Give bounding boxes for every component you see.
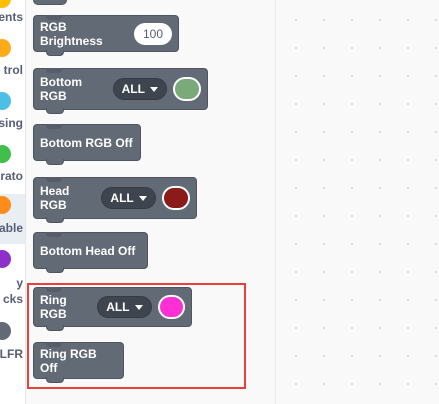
category-lfr-label: LFR	[0, 347, 23, 361]
control-category-icon	[0, 39, 11, 57]
rgb-brightness-block[interactable]: RGB Brightness 100	[33, 15, 179, 56]
head-rgb-color-picker[interactable]	[161, 186, 190, 210]
events-category-icon	[0, 0, 11, 8]
category-my-blocks-label: y	[16, 276, 23, 290]
ring-rgb-label: Ring RGB	[40, 293, 67, 321]
category-my-blocks-label-2: cks	[2, 292, 23, 306]
head-rgb-label: Head RGB	[40, 184, 70, 212]
chevron-down-icon	[134, 304, 143, 310]
chevron-down-icon	[149, 86, 158, 92]
category-lfr[interactable]: LFR	[0, 320, 25, 370]
bottom-head-off-block[interactable]: Bottom Head Off	[33, 232, 148, 273]
bottom-rgb-label: Bottom RGB	[40, 75, 82, 103]
bottom-rgb-dropdown[interactable]: ALL	[112, 78, 167, 100]
ring-rgb-block[interactable]: Ring RGB ALL	[33, 287, 192, 331]
sensing-category-icon	[0, 92, 11, 110]
ring-rgb-off-block[interactable]: Ring RGB Off	[33, 342, 124, 383]
bottom-rgb-color-picker[interactable]	[172, 77, 201, 101]
head-rgb-dropdown[interactable]: ALL	[101, 187, 156, 209]
bottom-rgb-dropdown-value: ALL	[121, 82, 145, 96]
category-sensing-label: sing	[0, 116, 23, 130]
category-events-label: ents	[0, 10, 23, 24]
variables-category-icon	[0, 196, 11, 214]
category-control-label: trol	[3, 63, 23, 77]
head-rgb-block[interactable]: Head RGB ALL	[33, 177, 197, 223]
bottom-rgb-block[interactable]: Bottom RGB ALL	[33, 68, 208, 114]
head-rgb-dropdown-value: ALL	[110, 191, 134, 205]
operators-category-icon	[0, 145, 11, 163]
ring-rgb-color-picker[interactable]	[157, 295, 185, 319]
brightness-input[interactable]: 100	[134, 22, 172, 45]
bottom-head-off-label: Bottom Head Off	[40, 243, 136, 258]
category-variables[interactable]: able	[0, 194, 25, 244]
ring-rgb-off-label: Ring RGB Off	[40, 346, 97, 375]
partial-block-top[interactable]	[33, 0, 67, 5]
my-blocks-category-icon	[0, 250, 11, 268]
bottom-rgb-off-block[interactable]: Bottom RGB Off	[33, 124, 141, 165]
category-variables-label: able	[0, 221, 23, 235]
lfr-category-icon	[0, 322, 11, 340]
bottom-rgb-off-label: Bottom RGB Off	[40, 135, 133, 150]
category-operators-label: rato	[0, 169, 23, 183]
category-operators[interactable]: rato	[0, 143, 25, 193]
category-control[interactable]: trol	[0, 37, 25, 87]
rgb-brightness-label: RGB Brightness	[40, 19, 103, 48]
ring-rgb-dropdown-value: ALL	[106, 300, 130, 314]
code-workspace[interactable]	[275, 0, 439, 404]
category-menu: ents trol sing rato able y cks LFR	[0, 0, 26, 404]
chevron-down-icon	[138, 195, 147, 201]
category-sensing[interactable]: sing	[0, 90, 25, 140]
category-my-blocks[interactable]: y cks	[0, 248, 25, 308]
ring-rgb-dropdown[interactable]: ALL	[97, 296, 152, 318]
